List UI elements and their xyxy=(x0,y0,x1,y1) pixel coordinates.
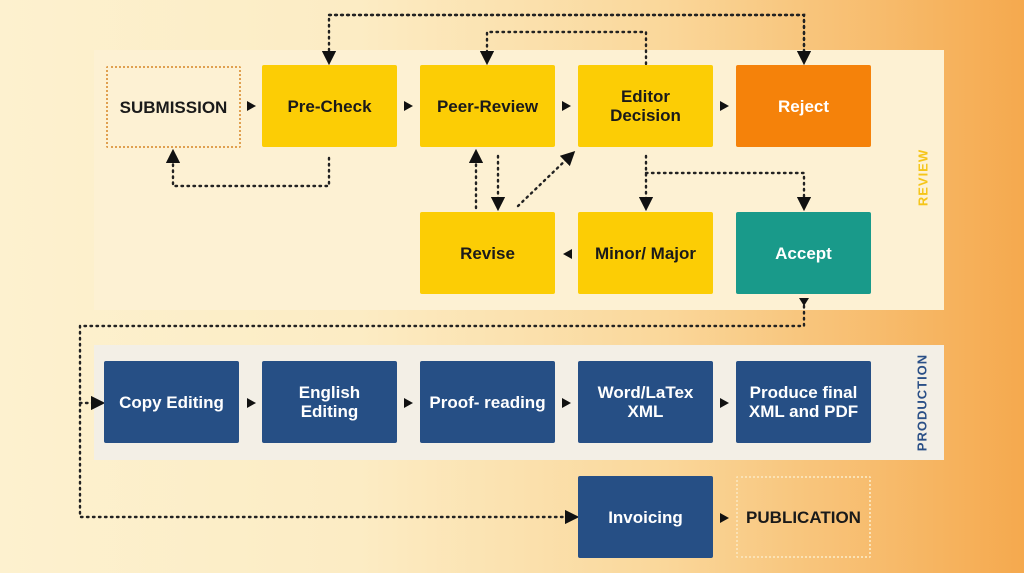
arrow-invoicing-publication xyxy=(720,513,729,523)
node-accept: Accept xyxy=(736,212,871,294)
arrow-peerreview-decision xyxy=(562,101,571,111)
node-peer-review: Peer-Review xyxy=(420,65,555,147)
arrow-word-final xyxy=(720,398,729,408)
arrow-proof-word xyxy=(562,398,571,408)
connector-precheck-to-submission xyxy=(165,148,331,188)
node-word-latex-xml: Word/LaTex XML xyxy=(578,361,713,443)
arrow-accept-down xyxy=(799,298,809,306)
node-invoicing: Invoicing xyxy=(578,476,713,558)
connector-rework-to-precheck xyxy=(321,13,806,66)
connector-decision-to-peerreview xyxy=(479,30,648,66)
connector-decision-to-reject xyxy=(327,13,812,66)
node-pre-check: Pre-Check xyxy=(262,65,397,147)
node-minor-major: Minor/ Major xyxy=(578,212,713,294)
node-english-editing: English Editing xyxy=(262,361,397,443)
arrow-english-proof xyxy=(404,398,413,408)
arrow-minor-revise xyxy=(563,249,572,259)
node-submission: SUBMISSION xyxy=(106,66,241,148)
node-editor-decision: Editor Decision xyxy=(578,65,713,147)
arrow-submission-precheck xyxy=(247,101,256,111)
node-produce-final: Produce final XML and PDF xyxy=(736,361,871,443)
node-proofreading: Proof- reading xyxy=(420,361,555,443)
node-copy-editing: Copy Editing xyxy=(104,361,239,443)
node-revise: Revise xyxy=(420,212,555,294)
node-reject: Reject xyxy=(736,65,871,147)
arrow-copy-english xyxy=(247,398,256,408)
arrow-decision-reject xyxy=(720,101,729,111)
arrow-precheck-peerreview xyxy=(404,101,413,111)
connector-revise-to-decision xyxy=(516,151,576,208)
connector-decision-to-accept xyxy=(644,171,812,212)
node-publication: PUBLICATION xyxy=(736,476,871,558)
